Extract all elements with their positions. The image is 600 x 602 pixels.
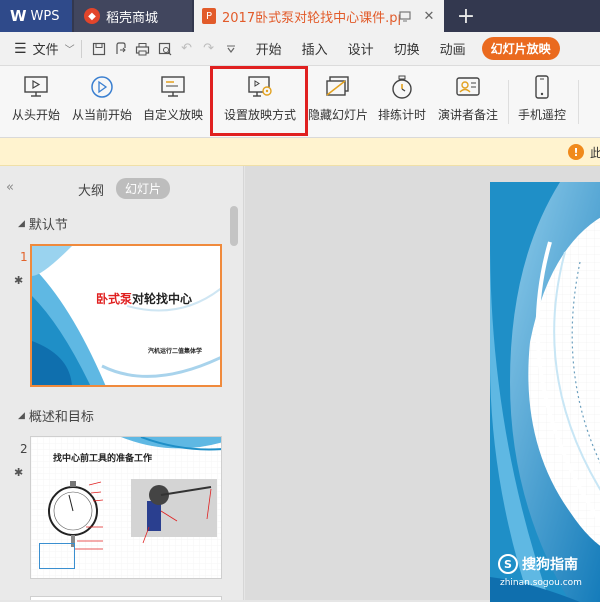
sogou-watermark: S 搜狗指南 <box>498 554 578 574</box>
from-current-button[interactable]: 从当前开始 <box>72 74 132 130</box>
undo-icon[interactable]: ↶ <box>176 38 198 60</box>
phone-remote-icon <box>529 74 555 100</box>
hide-slide-button[interactable]: 隐藏幻灯片 <box>308 74 368 130</box>
slide-wave-background <box>32 246 220 385</box>
slide-title: 找中心前工具的准备工作 <box>53 454 153 464</box>
speaker-notes-label: 演讲者备注 <box>438 108 499 122</box>
redo-icon[interactable]: ↷ <box>198 38 220 60</box>
tab-wps[interactable]: W WPS <box>0 0 72 32</box>
from-beginning-label: 从头开始 <box>12 108 61 122</box>
slide-subtitle: 汽机运行二值集体学 <box>148 348 203 355</box>
section-label: 默认节 <box>28 218 68 233</box>
current-slide[interactable]: S 搜狗指南 zhinan.sogou.com <box>490 182 600 602</box>
slides-view-tab[interactable]: 幻灯片 <box>116 178 171 199</box>
file-menu-button[interactable]: ☰ 文件 ﹀ <box>14 39 75 59</box>
slide-wave-background <box>490 182 600 602</box>
tab-wps-label: WPS <box>30 8 60 24</box>
speaker-notes-button[interactable]: 演讲者备注 <box>438 74 498 130</box>
new-tab-icon[interactable]: + <box>452 0 480 32</box>
slide-note-box <box>39 543 75 569</box>
ribbon-divider <box>508 80 509 124</box>
section-label: 概述和目标 <box>28 410 94 425</box>
menu-insert[interactable]: 插入 <box>302 39 328 58</box>
annotation-highlight-box <box>210 66 308 136</box>
slide-title: 卧式泵对轮找中心 <box>96 290 192 307</box>
customize-toolbar-icon[interactable] <box>220 38 242 60</box>
watermark-name: 搜狗指南 <box>522 557 578 573</box>
slide-thumbnail[interactable]: 卧式泵对轮找中心 汽机运行二值集体学 <box>30 244 222 387</box>
outline-view-tab[interactable]: 大纲 <box>78 180 104 199</box>
hide-slide-icon <box>325 74 351 100</box>
slide-number: 2 <box>20 442 28 456</box>
phone-remote-button[interactable]: 手机遥控 <box>518 74 566 130</box>
file-menu-label: 文件 <box>32 43 59 58</box>
circle-play-icon <box>89 74 115 100</box>
pane-scrollbar-thumb[interactable] <box>230 206 238 246</box>
notification-bar: ! 此 <box>0 138 600 166</box>
custom-show-button[interactable]: 自定义放映 <box>143 74 203 130</box>
custom-show-icon <box>160 74 186 100</box>
custom-show-label: 自定义放映 <box>143 108 204 122</box>
slide-title-highlight: 卧式泵 <box>96 292 133 306</box>
tab-store-label: 稻壳商城 <box>106 10 159 26</box>
slide-thumbnail[interactable] <box>30 596 222 600</box>
title-bar: W WPS ◆ 稻壳商城 P 2017卧式泵对轮找中心课件.pptx ✕ + <box>0 0 600 32</box>
sogou-logo-icon: S <box>498 554 518 574</box>
export-pdf-icon[interactable] <box>110 38 132 60</box>
collapse-pane-icon[interactable]: « <box>6 180 14 195</box>
chevron-down-icon: ﹀ <box>64 45 75 56</box>
menu-slide-show-tab[interactable]: 幻灯片放映 <box>481 37 560 60</box>
rehearse-timings-button[interactable]: 排练计时 <box>378 74 426 130</box>
stopwatch-icon <box>389 74 415 100</box>
slide-title-rest: 对轮找中心 <box>132 292 193 306</box>
watermark-url: zhinan.sogou.com <box>500 578 582 588</box>
from-beginning-button[interactable]: 从头开始 <box>12 74 60 130</box>
wps-logo-icon: W <box>10 7 27 25</box>
presentation-file-icon: P <box>202 8 216 24</box>
monitor-play-icon <box>23 74 49 100</box>
slide-editing-canvas: S 搜狗指南 zhinan.sogou.com <box>245 166 600 602</box>
phone-remote-label: 手机遥控 <box>518 108 567 122</box>
save-icon[interactable] <box>88 38 110 60</box>
menu-home[interactable]: 开始 <box>256 39 282 58</box>
print-icon[interactable] <box>132 38 154 60</box>
animation-star-icon: ✱ <box>14 466 24 479</box>
ribbon-divider <box>578 80 579 124</box>
hamburger-icon: ☰ <box>14 40 27 57</box>
slide-number: 1 <box>20 250 28 264</box>
hide-slide-label: 隐藏幻灯片 <box>308 108 369 122</box>
rehearse-timings-label: 排练计时 <box>378 108 427 122</box>
slide-navigation-pane: « 大纲 幻灯片 ◢ 默认节 1 ✱ 卧式泵对轮找中心 汽机运行二值集体学 ◢ … <box>0 166 244 600</box>
print-preview-icon[interactable] <box>154 38 176 60</box>
animation-star-icon: ✱ <box>14 274 24 287</box>
collapse-triangle-icon: ◢ <box>18 218 25 229</box>
section-header[interactable]: ◢ 默认节 <box>18 214 68 233</box>
restore-window-icon[interactable] <box>396 7 414 25</box>
collapse-triangle-icon: ◢ <box>18 410 25 421</box>
section-header[interactable]: ◢ 概述和目标 <box>18 406 94 425</box>
slide-thumbnail[interactable]: 找中心前工具的准备工作 <box>30 436 222 579</box>
tab-docer-store[interactable]: ◆ 稻壳商城 <box>74 0 192 32</box>
notification-text: 此 <box>590 146 600 160</box>
warning-icon: ! <box>568 144 584 160</box>
speaker-notes-icon <box>455 74 481 100</box>
menu-design[interactable]: 设计 <box>348 39 374 58</box>
menu-divider <box>80 39 82 58</box>
docer-store-icon: ◆ <box>84 8 100 24</box>
menu-bar: ☰ 文件 ﹀ ↶ ↷ 开始 插入 设计 切换 动画 幻灯片放映 <box>0 32 600 66</box>
close-tab-icon[interactable]: ✕ <box>420 7 438 25</box>
menu-transitions[interactable]: 切换 <box>394 39 420 58</box>
from-current-label: 从当前开始 <box>72 108 133 122</box>
tab-document-label: 2017卧式泵对轮找中心课件.pptx <box>222 10 400 26</box>
menu-animations[interactable]: 动画 <box>440 39 466 58</box>
